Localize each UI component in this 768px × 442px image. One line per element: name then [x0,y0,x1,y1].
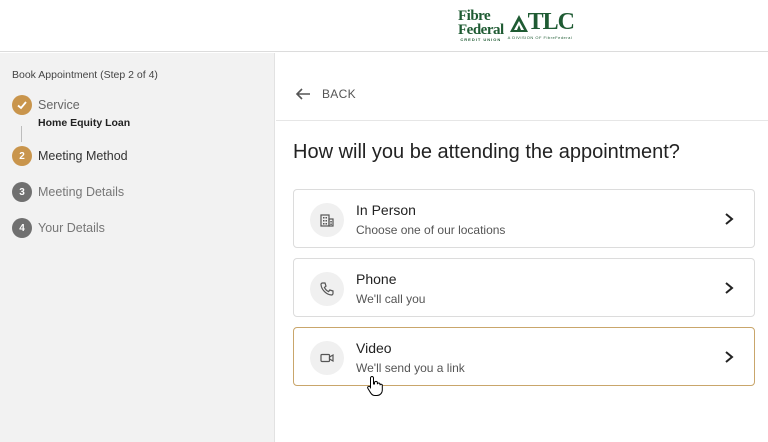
building-icon [310,203,344,237]
brand-logo[interactable]: Fibre Federal CREDIT UNION TLC A DIVISIO… [458,8,575,44]
step-number: 2 [12,146,32,166]
back-bar: BACK [276,69,768,121]
step-service-value: Home Equity Loan [38,117,131,129]
back-button[interactable]: BACK [294,85,356,103]
arrow-left-icon [295,88,310,100]
step-connector [21,126,22,142]
page-title: How will you be attending the appointmen… [293,141,680,163]
logo-tagline: CREDIT UNION [460,37,502,43]
step-label: Service [38,98,80,112]
logo-tlc-tagline: A DIVISION OF FibreFederal [507,35,573,40]
option-title: Phone [356,271,397,287]
chevron-right-icon [725,282,734,294]
logo-text-federal: Federal [458,21,504,38]
option-title: Video [356,340,392,356]
tlc-logo: TLC A DIVISION OF FibreFederal [507,9,575,40]
check-icon [12,95,32,115]
option-title: In Person [356,202,416,218]
back-label: BACK [322,87,356,101]
step-number: 3 [12,182,32,202]
progress-sidebar: Book Appointment (Step 2 of 4) Service H… [0,53,275,442]
option-in-person[interactable]: In Person Choose one of our locations [293,189,755,248]
step-meeting-details[interactable]: 3 Meeting Details [12,182,124,202]
option-phone[interactable]: Phone We'll call you [293,258,755,317]
step-meeting-method[interactable]: 2 Meeting Method [12,146,128,166]
step-number: 4 [12,218,32,238]
sidebar-title: Book Appointment (Step 2 of 4) [12,69,158,81]
phone-icon [310,272,344,306]
option-subtitle: We'll send you a link [356,361,465,375]
step-service[interactable]: Service [12,95,80,115]
chevron-right-icon [725,213,734,225]
top-header: Fibre Federal CREDIT UNION TLC A DIVISIO… [0,0,768,52]
step-label: Meeting Method [38,149,128,163]
option-subtitle: We'll call you [356,292,426,306]
step-label: Your Details [38,221,105,235]
hand-cursor-icon [367,375,383,396]
fibre-federal-logo: Fibre Federal CREDIT UNION [458,9,504,43]
tlc-leaf-icon [509,15,528,32]
logo-text-tlc: TLC [527,9,575,36]
step-your-details[interactable]: 4 Your Details [12,218,105,238]
option-video[interactable]: Video We'll send you a link [293,327,755,386]
video-camera-icon [310,341,344,375]
chevron-right-icon [725,351,734,363]
step-label: Meeting Details [38,185,125,199]
main-panel: BACK How will you be attending the appoi… [276,69,768,442]
option-subtitle: Choose one of our locations [356,223,506,237]
